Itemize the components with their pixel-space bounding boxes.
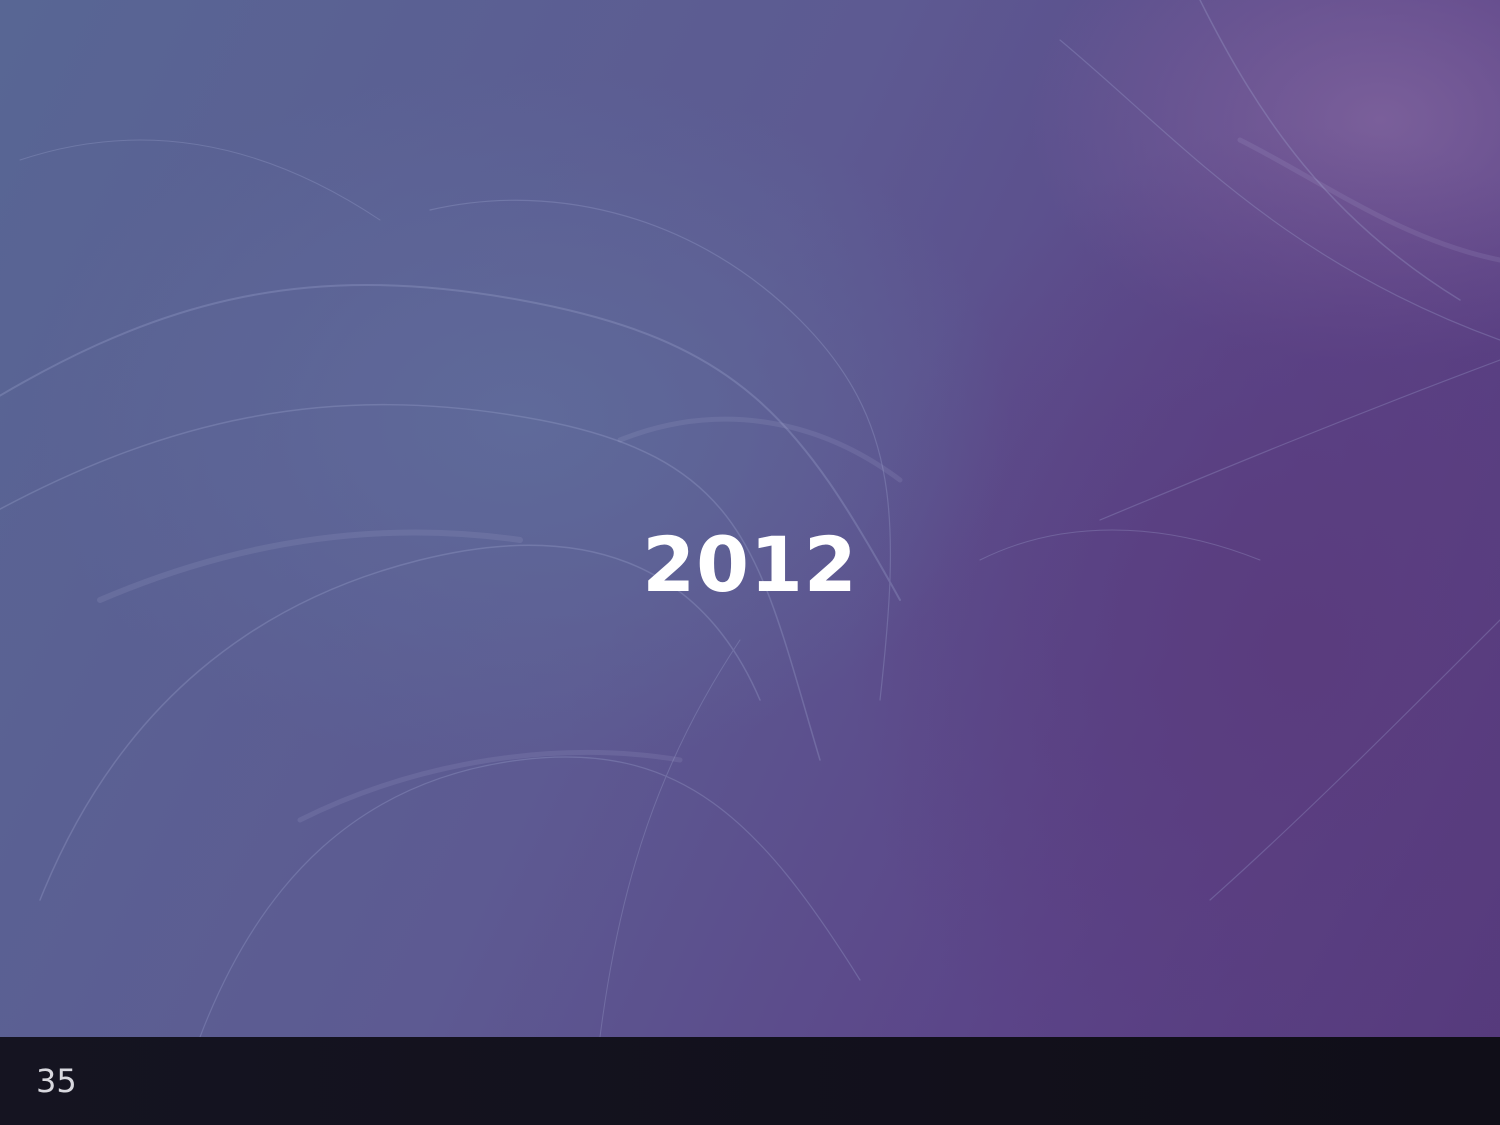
slide-title: 2012 <box>642 520 858 609</box>
slide-footer: 35 <box>0 1037 1500 1125</box>
slide-background: 2012 <box>0 0 1500 1037</box>
page-number: 35 <box>36 1062 77 1100</box>
